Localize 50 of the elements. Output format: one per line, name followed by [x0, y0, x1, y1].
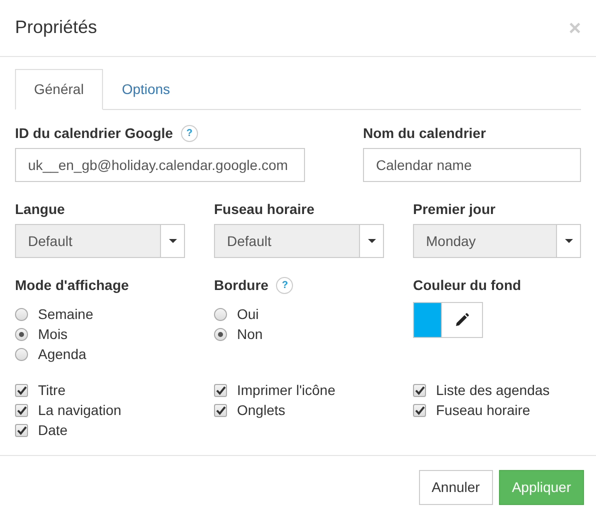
pencil-icon: [455, 313, 469, 327]
tab[interactable]: Général: [15, 69, 103, 110]
field-label: ID du calendrier Google: [15, 124, 173, 143]
dropdown-button[interactable]: [161, 224, 185, 258]
cancel-button[interactable]: Annuler: [418, 470, 493, 505]
radio-button[interactable]: [15, 348, 28, 360]
checkbox[interactable]: [214, 384, 227, 396]
dialog-title: Propriétés: [15, 17, 98, 39]
field-label: Couleur du fond: [413, 276, 522, 294]
text-field[interactable]: Calendar name: [363, 148, 581, 182]
color-swatch[interactable]: [413, 302, 441, 338]
caret-icon: [168, 239, 176, 243]
radio-button[interactable]: [214, 328, 227, 340]
edit-color-button[interactable]: [441, 302, 483, 338]
checkbox-label: Imprimer l'icône: [237, 380, 336, 400]
dropdown-button[interactable]: [360, 224, 384, 258]
field-label: Langue: [15, 200, 65, 219]
select-field[interactable]: Default: [214, 224, 360, 258]
checkbox-label: La navigation: [38, 400, 122, 420]
option-label: Agenda: [38, 344, 86, 364]
checkbox[interactable]: [413, 384, 426, 396]
checkbox-label: Titre: [38, 380, 66, 400]
field-label: Premier jour: [413, 200, 496, 219]
option-label: Oui: [237, 304, 259, 324]
radio-button[interactable]: [15, 308, 28, 320]
checkbox-label: Fuseau horaire: [436, 400, 530, 420]
caret-icon: [564, 239, 572, 243]
option-label: Semaine: [38, 304, 94, 324]
option-label: Non: [237, 324, 263, 344]
checkbox[interactable]: [413, 404, 426, 416]
checkbox-label: Liste des agendas: [436, 380, 550, 400]
caret-icon: [368, 239, 376, 243]
checkbox[interactable]: [214, 404, 227, 416]
text-field[interactable]: uk__en_gb@holiday.calendar.google.com: [15, 148, 305, 182]
checkbox-label: Date: [38, 420, 68, 440]
radio-button[interactable]: [214, 308, 227, 320]
checkbox[interactable]: [15, 424, 28, 436]
checkbox[interactable]: [15, 404, 28, 416]
checkbox[interactable]: [15, 384, 28, 396]
select-field[interactable]: Default: [15, 224, 161, 258]
checkbox-label: Onglets: [237, 400, 286, 420]
field-label: Nom du calendrier: [363, 124, 486, 142]
dropdown-button[interactable]: [557, 224, 581, 258]
field-label: Fuseau horaire: [214, 200, 314, 218]
option-label: Mois: [38, 324, 68, 344]
select-field[interactable]: Monday: [413, 224, 557, 258]
field-label: Bordure: [214, 276, 268, 294]
tab[interactable]: Options: [102, 69, 190, 110]
radio-button[interactable]: [15, 328, 28, 340]
field-label: Mode d'affichage: [15, 276, 129, 295]
